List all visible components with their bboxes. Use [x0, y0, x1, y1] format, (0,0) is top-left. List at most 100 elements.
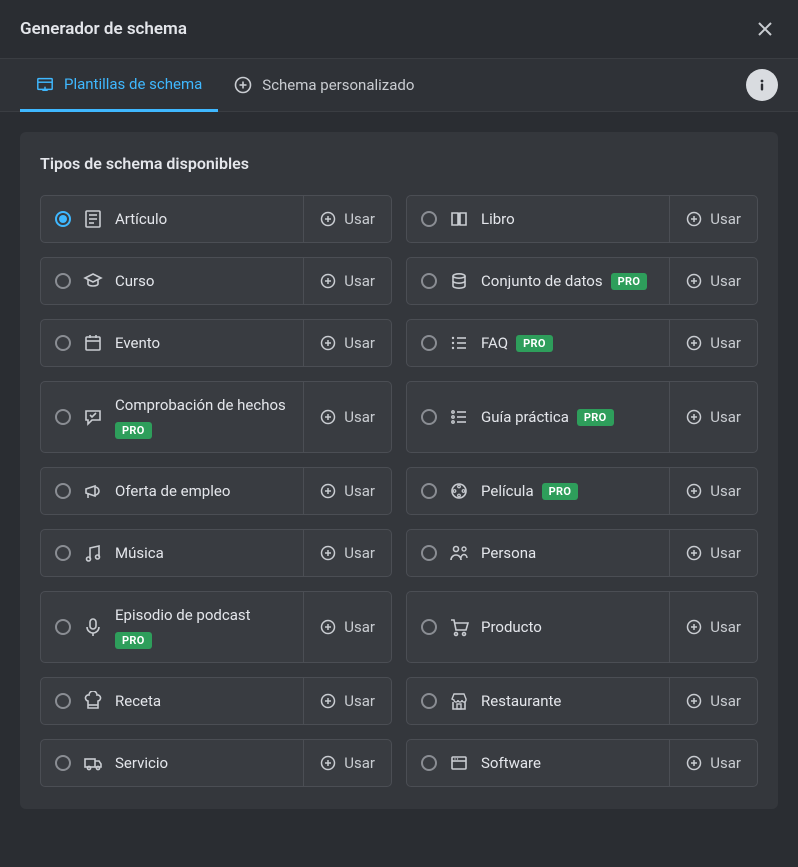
schema-type-card-article: Artículo Usar: [40, 195, 392, 243]
use-label: Usar: [344, 210, 375, 228]
plus-circle-icon: [686, 545, 702, 561]
use-button-faq[interactable]: Usar: [669, 320, 757, 366]
radio-music[interactable]: [55, 545, 71, 561]
close-button[interactable]: [752, 16, 778, 42]
schema-type-card-factcheck: Comprobación de hechosPRO Usar: [40, 381, 392, 453]
plus-circle-icon: [686, 273, 702, 289]
use-button-howto[interactable]: Usar: [669, 382, 757, 452]
radio-recipe[interactable]: [55, 693, 71, 709]
schema-type-label: Guía práctica: [481, 408, 569, 426]
schema-type-select-recipe[interactable]: Receta: [41, 678, 303, 724]
use-button-article[interactable]: Usar: [303, 196, 391, 242]
schema-type-select-movie[interactable]: PelículaPRO: [407, 468, 669, 514]
use-button-movie[interactable]: Usar: [669, 468, 757, 514]
database-icon: [449, 271, 469, 291]
use-button-dataset[interactable]: Usar: [669, 258, 757, 304]
schema-type-label-wrap: Comprobación de hechosPRO: [115, 396, 289, 439]
schema-type-select-event[interactable]: Evento: [41, 320, 303, 366]
use-label: Usar: [344, 272, 375, 290]
modal-header: Generador de schema: [0, 0, 798, 59]
list-icon: [449, 333, 469, 353]
schema-type-select-course[interactable]: Curso: [41, 258, 303, 304]
schema-type-select-podcast[interactable]: Episodio de podcastPRO: [41, 592, 303, 662]
schema-type-select-book[interactable]: Libro: [407, 196, 669, 242]
use-button-podcast[interactable]: Usar: [303, 592, 391, 662]
use-button-factcheck[interactable]: Usar: [303, 382, 391, 452]
radio-service[interactable]: [55, 755, 71, 771]
music-icon: [83, 543, 103, 563]
calendar-icon: [83, 333, 103, 353]
schema-type-select-service[interactable]: Servicio: [41, 740, 303, 786]
use-button-person[interactable]: Usar: [669, 530, 757, 576]
radio-factcheck[interactable]: [55, 409, 71, 425]
schema-type-select-dataset[interactable]: Conjunto de datosPRO: [407, 258, 669, 304]
use-button-product[interactable]: Usar: [669, 592, 757, 662]
radio-jobposting[interactable]: [55, 483, 71, 499]
schema-type-select-factcheck[interactable]: Comprobación de hechosPRO: [41, 382, 303, 452]
use-button-jobposting[interactable]: Usar: [303, 468, 391, 514]
use-button-book[interactable]: Usar: [669, 196, 757, 242]
tab-custom-label: Schema personalizado: [262, 76, 414, 94]
schema-type-select-restaurant[interactable]: Restaurante: [407, 678, 669, 724]
radio-podcast[interactable]: [55, 619, 71, 635]
schema-type-select-faq[interactable]: FAQPRO: [407, 320, 669, 366]
radio-software[interactable]: [421, 755, 437, 771]
tab-templates[interactable]: Plantillas de schema: [20, 59, 218, 112]
pro-badge: PRO: [516, 335, 553, 352]
pro-badge: PRO: [577, 409, 614, 426]
use-button-software[interactable]: Usar: [669, 740, 757, 786]
use-label: Usar: [710, 618, 741, 636]
plus-circle-icon: [686, 409, 702, 425]
schema-type-label-wrap: Artículo: [115, 210, 167, 228]
use-label: Usar: [710, 210, 741, 228]
radio-faq[interactable]: [421, 335, 437, 351]
chef-icon: [83, 691, 103, 711]
schema-type-grid: ArtículoUsarLibroUsarCursoUsarConjunto d…: [40, 195, 758, 787]
schema-type-select-product[interactable]: Producto: [407, 592, 669, 662]
use-button-event[interactable]: Usar: [303, 320, 391, 366]
info-icon: [754, 77, 770, 93]
use-button-music[interactable]: Usar: [303, 530, 391, 576]
schema-type-select-article[interactable]: Artículo: [41, 196, 303, 242]
schema-type-card-jobposting: Oferta de empleo Usar: [40, 467, 392, 515]
schema-type-select-jobposting[interactable]: Oferta de empleo: [41, 468, 303, 514]
schema-type-label-wrap: Conjunto de datosPRO: [481, 272, 647, 290]
plus-circle-icon: [320, 211, 336, 227]
tab-custom[interactable]: Schema personalizado: [218, 60, 430, 110]
schema-type-select-software[interactable]: Software: [407, 740, 669, 786]
use-label: Usar: [710, 692, 741, 710]
radio-person[interactable]: [421, 545, 437, 561]
use-button-course[interactable]: Usar: [303, 258, 391, 304]
schema-type-label-wrap: Evento: [115, 334, 160, 352]
cart-icon: [449, 617, 469, 637]
use-button-restaurant[interactable]: Usar: [669, 678, 757, 724]
schema-type-label-wrap: Episodio de podcastPRO: [115, 606, 289, 649]
store-icon: [449, 691, 469, 711]
radio-movie[interactable]: [421, 483, 437, 499]
plus-circle-icon: [234, 76, 252, 94]
plus-circle-icon: [320, 483, 336, 499]
schema-type-select-howto[interactable]: Guía práctica PRO: [407, 382, 669, 452]
radio-product[interactable]: [421, 619, 437, 635]
radio-event[interactable]: [55, 335, 71, 351]
use-label: Usar: [344, 482, 375, 500]
schema-type-card-movie: PelículaPRO Usar: [406, 467, 758, 515]
book-icon: [449, 209, 469, 229]
info-button[interactable]: [746, 69, 778, 101]
schema-type-select-person[interactable]: Persona: [407, 530, 669, 576]
radio-restaurant[interactable]: [421, 693, 437, 709]
use-button-service[interactable]: Usar: [303, 740, 391, 786]
use-button-recipe[interactable]: Usar: [303, 678, 391, 724]
radio-course[interactable]: [55, 273, 71, 289]
use-label: Usar: [344, 692, 375, 710]
radio-article[interactable]: [55, 211, 71, 227]
radio-dataset[interactable]: [421, 273, 437, 289]
schema-type-card-dataset: Conjunto de datosPRO Usar: [406, 257, 758, 305]
radio-howto[interactable]: [421, 409, 437, 425]
schema-type-card-course: Curso Usar: [40, 257, 392, 305]
pro-badge: PRO: [611, 273, 648, 290]
radio-book[interactable]: [421, 211, 437, 227]
use-label: Usar: [710, 482, 741, 500]
schema-type-select-music[interactable]: Música: [41, 530, 303, 576]
schema-type-label: Libro: [481, 210, 515, 228]
